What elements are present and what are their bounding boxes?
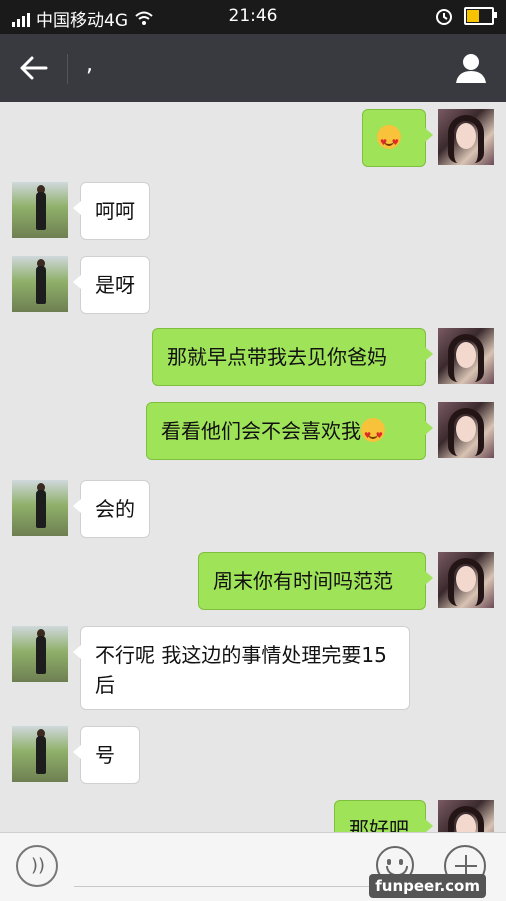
voice-icon[interactable]: )) [16,845,58,887]
message-text: 那好吧 [349,817,409,832]
message-row: 不行呢 我这边的事情处理完要15后 [0,626,506,710]
message-text: 看看他们会不会喜欢我 [161,419,361,443]
my-avatar[interactable] [438,109,494,165]
alarm-icon [436,9,452,25]
incoming-message-bubble[interactable]: 呵呵 [73,182,150,240]
heart-eyes-emoji [377,125,401,158]
outgoing-message-bubble[interactable]: 那好吧 [334,800,433,832]
message-text: 呵呵 [95,199,135,223]
outgoing-message-bubble[interactable]: 看看他们会不会喜欢我 [146,402,433,460]
chat-area[interactable]: 呵呵是呀那就早点带我去见你爸妈看看他们会不会喜欢我会的周末你有时间吗范范不行呢 … [0,102,506,832]
message-text: 号 [95,743,115,767]
heart-eyes-emoji [361,418,385,451]
incoming-message-bubble[interactable]: 是呀 [73,256,150,314]
my-avatar[interactable] [438,328,494,384]
message-row: 号 [0,726,506,784]
contact-avatar[interactable] [12,726,68,782]
contact-avatar[interactable] [12,626,68,682]
clock: 21:46 [228,6,278,26]
message-row: 看看他们会不会喜欢我 [0,402,506,460]
message-text: 会的 [95,497,135,521]
message-row: 那就早点带我去见你爸妈 [0,328,506,386]
contact-avatar[interactable] [12,256,68,312]
status-right [434,6,497,26]
outgoing-message-bubble[interactable]: 那就早点带我去见你爸妈 [152,328,433,386]
watermark: funpeer.com [369,874,486,898]
outgoing-message-bubble[interactable]: 周末你有时间吗范范 [198,552,433,610]
message-row: 呵呵 [0,182,506,240]
incoming-message-bubble[interactable]: 不行呢 我这边的事情处理完要15后 [73,626,410,710]
profile-icon[interactable] [454,52,488,84]
message-text: 那就早点带我去见你爸妈 [167,345,387,369]
chat-title: , [86,52,93,77]
battery-fill [467,10,480,22]
outgoing-message-bubble[interactable] [362,109,433,167]
message-text: 周末你有时间吗范范 [213,569,393,593]
my-avatar[interactable] [438,552,494,608]
incoming-message-bubble[interactable]: 会的 [73,480,150,538]
message-row: 是呀 [0,256,506,314]
contact-avatar[interactable] [12,480,68,536]
message-row: 那好吧 [0,800,506,832]
message-input[interactable] [74,886,370,887]
message-text: 不行呢 我这边的事情处理完要15后 [95,643,387,697]
message-text: 是呀 [95,273,135,297]
message-row [0,109,506,167]
contact-avatar[interactable] [12,182,68,238]
my-avatar[interactable] [438,402,494,458]
incoming-message-bubble[interactable]: 号 [73,726,140,784]
status-bar: 中国移动4G 21:46 [0,0,506,34]
message-row: 周末你有时间吗范范 [0,552,506,610]
title-bar: , [0,34,506,102]
battery-icon [464,7,497,25]
my-avatar[interactable] [438,800,494,832]
title-divider [67,54,68,84]
message-row: 会的 [0,480,506,538]
back-arrow-icon[interactable] [16,52,52,84]
